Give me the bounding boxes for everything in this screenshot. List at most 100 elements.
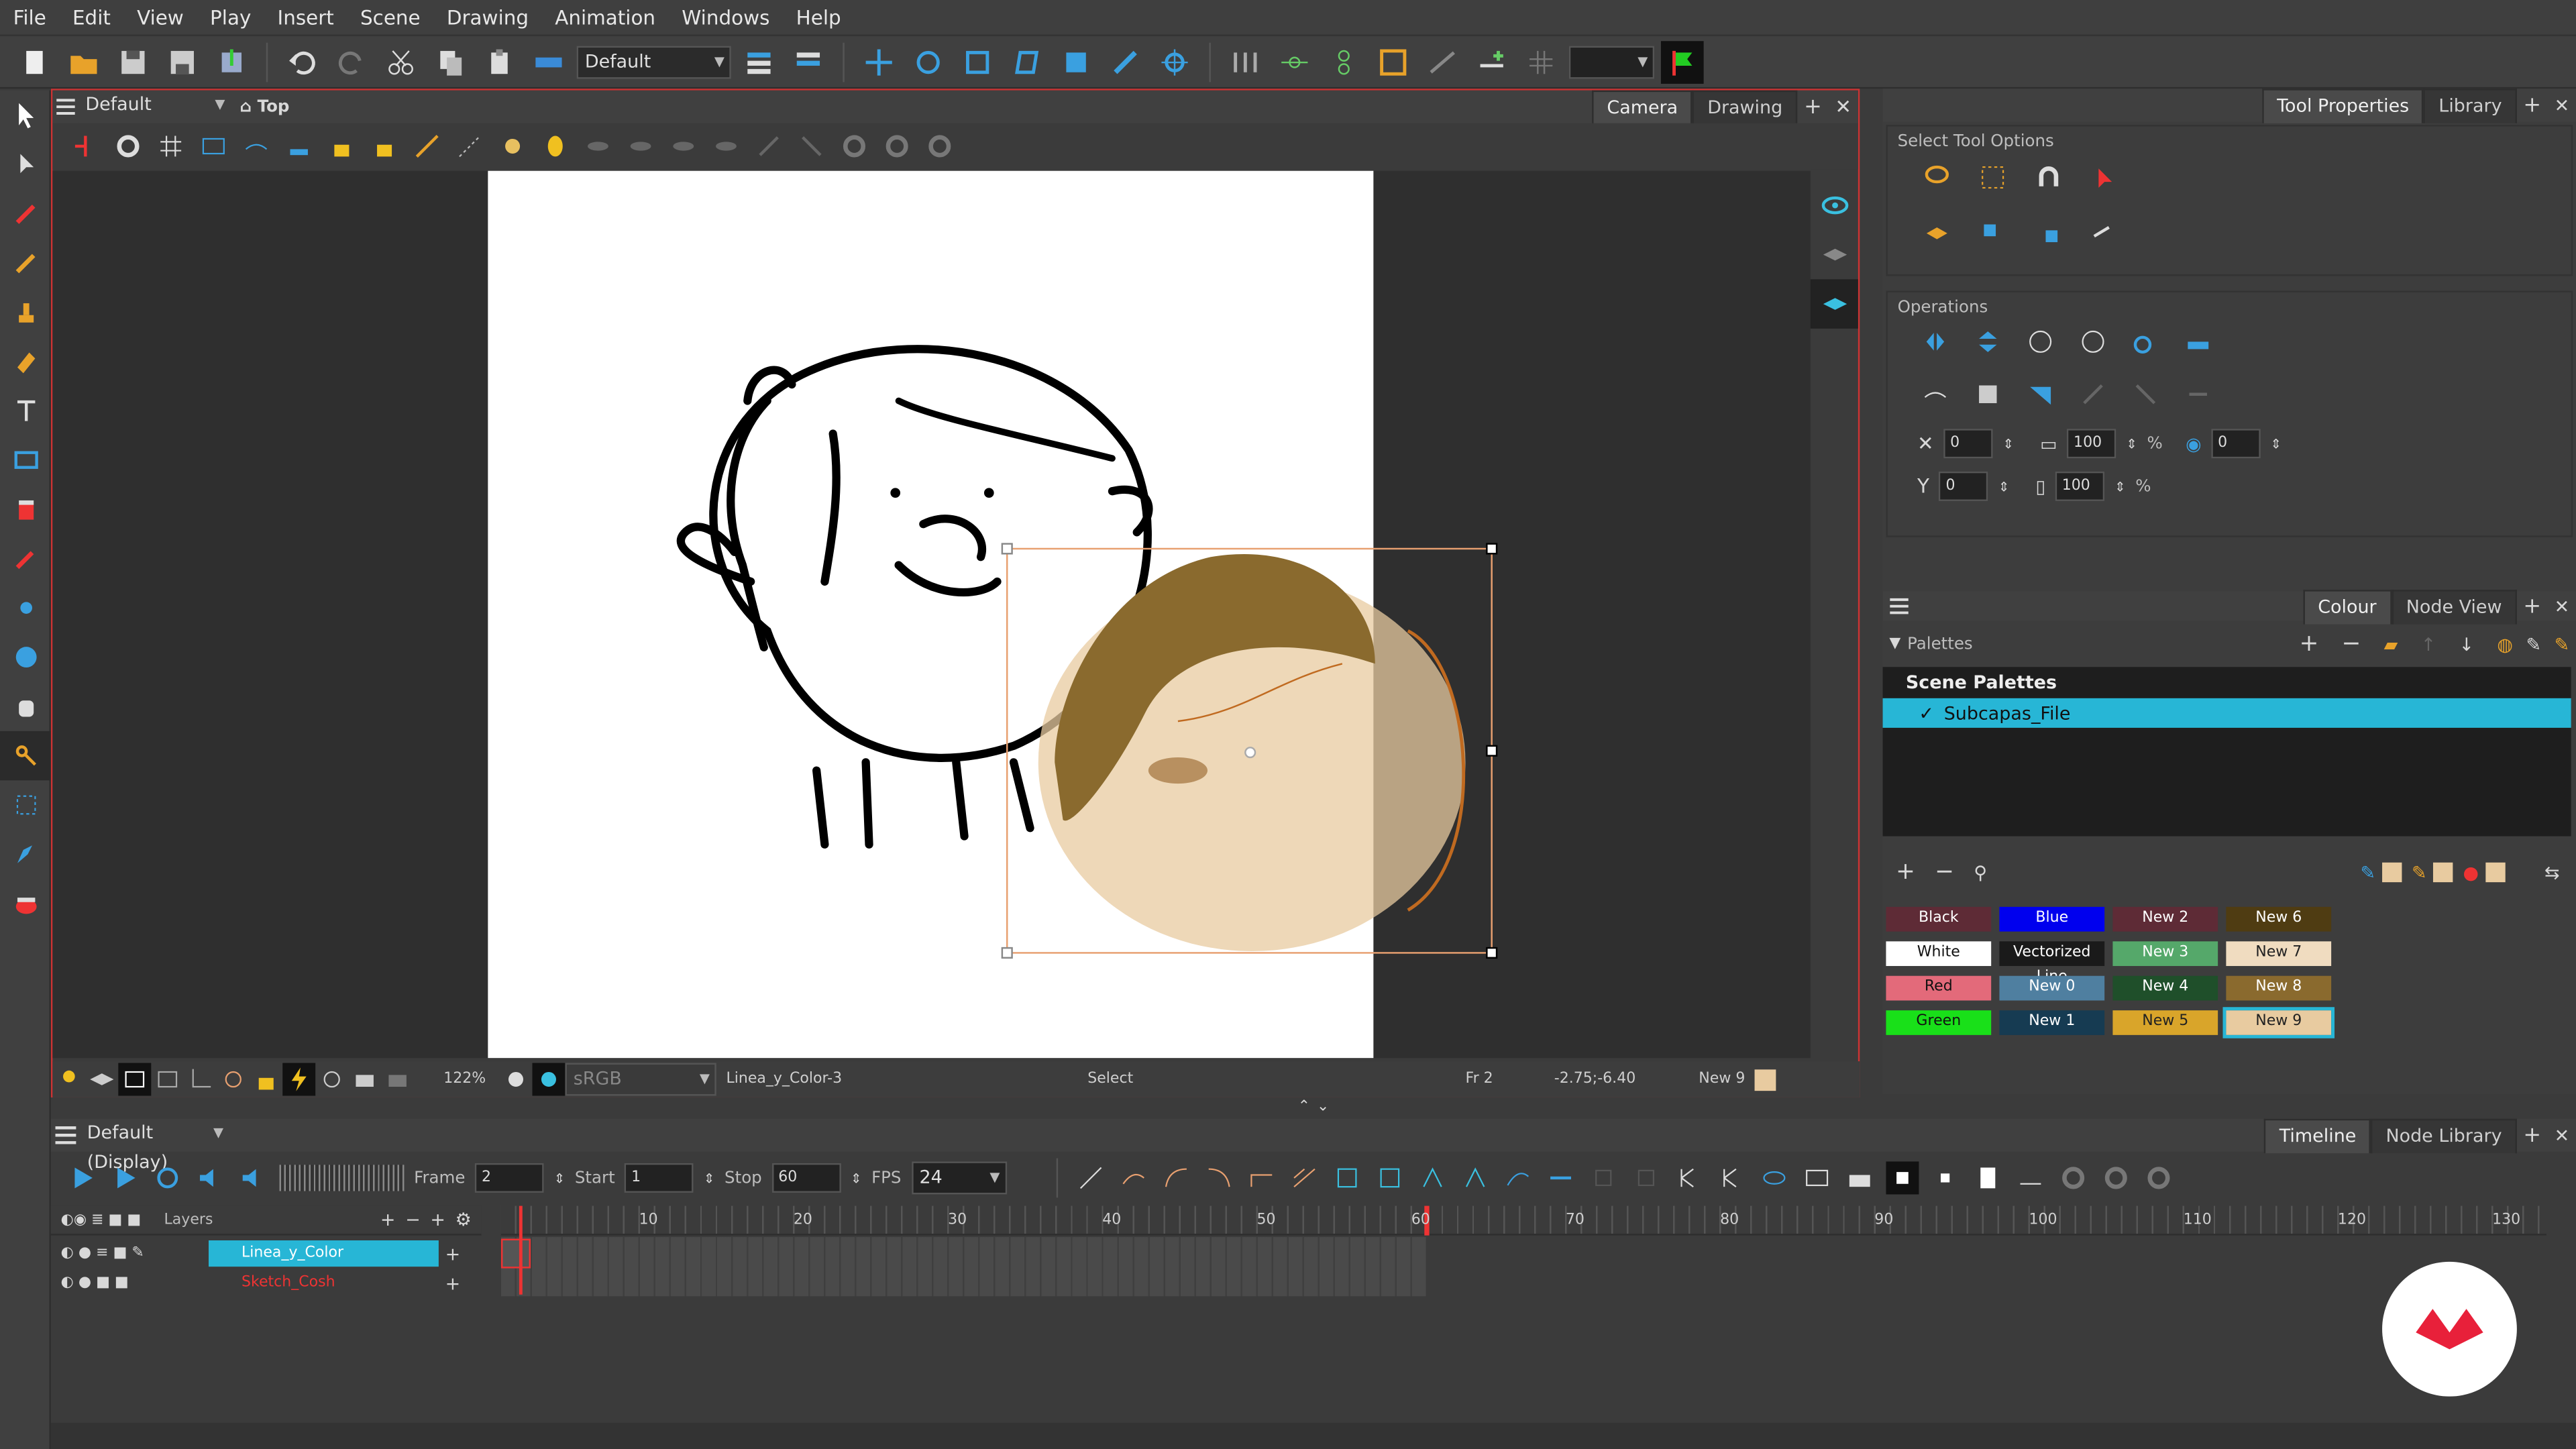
fill-colour-swatch[interactable] xyxy=(2433,862,2453,883)
colour-swatch[interactable]: White xyxy=(1886,941,1992,967)
show-labels-icon[interactable] xyxy=(1971,1161,2004,1194)
collapse-down-icon[interactable]: ⌄ xyxy=(1317,1099,1329,1115)
timeline-layout-select[interactable]: Default (Display) ▼ xyxy=(80,1118,229,1173)
send-back-icon[interactable] xyxy=(1973,213,2012,253)
menu-help[interactable]: Help xyxy=(783,0,854,36)
smooth-icon[interactable] xyxy=(2127,323,2163,360)
harmony-flag-icon[interactable] xyxy=(1660,40,1704,83)
stamp-tool-icon[interactable] xyxy=(0,288,51,337)
layers-icon[interactable] xyxy=(85,1063,118,1096)
light-table-icon[interactable] xyxy=(282,129,315,162)
lasso-icon[interactable] xyxy=(1917,158,1957,197)
rotation-field[interactable]: 0 xyxy=(2211,429,2261,459)
color-mode-icon[interactable] xyxy=(532,1063,566,1096)
show-frames-icon[interactable] xyxy=(1928,1161,1961,1194)
zoom-settings-icon[interactable] xyxy=(499,1063,532,1096)
folder-icon[interactable]: ▰ xyxy=(2384,633,2398,655)
undo-icon[interactable] xyxy=(281,40,324,83)
add-icon[interactable]: + xyxy=(445,1273,461,1294)
menu-insert[interactable]: Insert xyxy=(264,0,347,36)
skew-icon[interactable] xyxy=(1006,40,1049,83)
tab-drawing[interactable]: Drawing xyxy=(1693,89,1798,124)
dropper-tool-icon[interactable] xyxy=(0,534,51,583)
redo-icon[interactable] xyxy=(330,40,373,83)
optimize-icon[interactable] xyxy=(2180,323,2216,360)
colour-swatch[interactable]: Blue xyxy=(1999,906,2105,932)
pencil-tool-icon[interactable] xyxy=(0,238,51,287)
scene-length-icon[interactable] xyxy=(1843,1161,1876,1194)
layer-name[interactable]: Sketch_Cosh xyxy=(209,1270,439,1296)
move-down-icon[interactable]: ↓ xyxy=(2459,633,2475,655)
character-drawing[interactable] xyxy=(488,171,1802,1058)
reset-rotation-icon[interactable] xyxy=(315,1063,348,1096)
bone-icon[interactable] xyxy=(1104,40,1147,83)
color-space-select[interactable]: sRGB ▼ xyxy=(565,1063,716,1096)
ease-out-icon[interactable] xyxy=(1202,1161,1235,1194)
lock-icon[interactable] xyxy=(250,1063,282,1096)
save-icon[interactable] xyxy=(112,40,155,83)
close-icon[interactable]: ✕ xyxy=(1829,95,1858,118)
close-icon[interactable]: ✕ xyxy=(2548,1124,2576,1146)
colour-swatch[interactable]: Red xyxy=(1886,975,1992,1001)
add-key-icon[interactable] xyxy=(1672,1161,1705,1194)
cell-copy-icon[interactable] xyxy=(1373,1161,1405,1194)
pivot-tool-icon[interactable] xyxy=(0,583,51,632)
light-icon[interactable] xyxy=(52,1063,85,1096)
colour-swatch[interactable]: New 3 xyxy=(2112,941,2218,967)
motion-path-icon[interactable] xyxy=(1421,40,1464,83)
visibility-all-icon[interactable]: ◐◉ ≣ ■ ■ xyxy=(61,1212,142,1228)
texture-palette-icon[interactable]: ✎ xyxy=(2555,633,2570,655)
paste-icon[interactable] xyxy=(478,40,521,83)
colour-swatch[interactable]: New 1 xyxy=(1999,1010,2105,1035)
colour-swatch[interactable]: Green xyxy=(1886,1010,1992,1035)
y-field[interactable]: 0 xyxy=(1939,471,1989,501)
add-view-icon[interactable]: + xyxy=(1797,95,1828,119)
bring-front-icon[interactable] xyxy=(2029,213,2069,253)
hamburger-menu-icon[interactable] xyxy=(51,1119,80,1152)
colour-swatch[interactable]: New 7 xyxy=(2226,941,2332,967)
view-mode-label[interactable]: ⌂ Top xyxy=(240,98,290,116)
add-layer-icon[interactable]: + xyxy=(380,1209,396,1230)
menu-scene[interactable]: Scene xyxy=(347,0,433,36)
cutter-tool-icon[interactable] xyxy=(0,780,51,829)
fill-icon[interactable] xyxy=(2023,376,2059,413)
hold-icon[interactable] xyxy=(1544,1161,1576,1194)
pot-tool-icon[interactable] xyxy=(0,879,51,928)
close-icon[interactable]: ✕ xyxy=(2548,95,2576,116)
tab-node-view[interactable]: Node View xyxy=(2391,588,2517,624)
eraser-tool-icon[interactable] xyxy=(0,337,51,386)
timeline-scrollbar[interactable] xyxy=(50,1422,2576,1449)
menu-edit[interactable]: Edit xyxy=(59,0,123,36)
abc-icon[interactable] xyxy=(2013,1161,2046,1194)
layer-row[interactable]: ◐ ● ≡ ■ ✎ Linea_y_Color + xyxy=(51,1239,482,1269)
keyframe-remove-icon[interactable] xyxy=(1458,1161,1491,1194)
text-tool-icon[interactable] xyxy=(0,386,51,435)
cut-icon[interactable] xyxy=(380,40,423,83)
tween-icon[interactable] xyxy=(1116,1161,1149,1194)
workspace-icon[interactable] xyxy=(738,40,781,83)
magnet-icon[interactable] xyxy=(2029,158,2069,197)
colour-swatch[interactable]: New 5 xyxy=(2112,1010,2218,1035)
menu-file[interactable]: File xyxy=(0,0,59,36)
transform-icon[interactable] xyxy=(1055,40,1097,83)
ruler-tool-icon[interactable] xyxy=(411,129,443,162)
grid-icon[interactable] xyxy=(154,129,187,162)
stepper-icon[interactable]: ⇕ xyxy=(1998,479,2009,494)
save-as-icon[interactable] xyxy=(161,40,204,83)
tab-node-library[interactable]: Node Library xyxy=(2371,1118,2517,1152)
safe-area-icon[interactable] xyxy=(197,129,230,162)
play-icon[interactable] xyxy=(66,1161,99,1194)
remove-layer-icon[interactable]: − xyxy=(405,1209,421,1230)
add-view-icon[interactable]: + xyxy=(2517,1123,2548,1148)
bone-tool-icon[interactable] xyxy=(0,731,51,781)
show-keyframes-icon[interactable] xyxy=(1885,1161,1919,1195)
constant-icon[interactable] xyxy=(1287,1161,1320,1194)
width-field[interactable]: 100 xyxy=(2067,429,2116,459)
gear-icon[interactable] xyxy=(112,129,145,162)
workspace-select[interactable]: Default ▼ xyxy=(576,45,731,78)
eye-icon[interactable] xyxy=(1811,180,1858,229)
stepper-icon[interactable]: ⇕ xyxy=(554,1171,565,1185)
hamburger-menu-icon[interactable] xyxy=(52,91,78,123)
layer-name[interactable]: Linea_y_Color xyxy=(209,1240,439,1267)
add-colour-icon[interactable]: + xyxy=(1896,859,1915,885)
